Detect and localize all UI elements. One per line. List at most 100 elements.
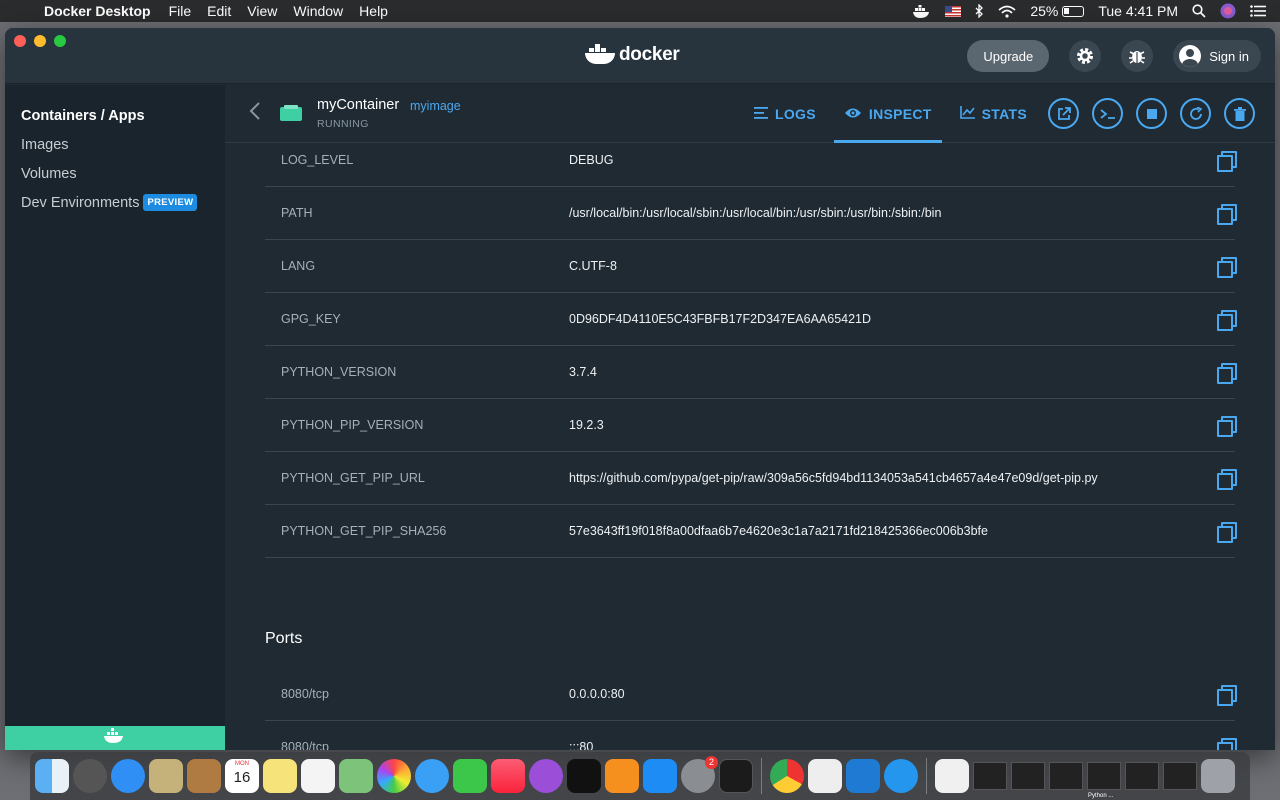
- restart-icon[interactable]: [1180, 98, 1211, 129]
- books-icon[interactable]: [605, 759, 639, 793]
- docker-dock-icon[interactable]: [884, 759, 918, 793]
- container-name: myContainer: [317, 97, 400, 113]
- close-window-button[interactable]: [14, 35, 26, 47]
- copy-icon[interactable]: [1217, 310, 1237, 331]
- music-icon[interactable]: [491, 759, 525, 793]
- sidebar-item-volumes[interactable]: Volumes: [5, 159, 225, 188]
- port-key: 8080/tcp: [281, 687, 329, 701]
- copy-icon[interactable]: [1217, 522, 1237, 543]
- minimize-window-button[interactable]: [34, 35, 46, 47]
- reminders-icon[interactable]: [301, 759, 335, 793]
- zoom-window-button[interactable]: [54, 35, 66, 47]
- stop-icon[interactable]: [1136, 98, 1167, 129]
- menu-window[interactable]: Window: [285, 3, 351, 19]
- env-value: https://github.com/pypa/get-pip/raw/309a…: [569, 471, 1098, 485]
- ports-section-title: Ports: [265, 630, 303, 647]
- user-avatar-icon: [1179, 45, 1202, 67]
- container-actions: [1048, 98, 1255, 129]
- app-menu[interactable]: Docker Desktop: [40, 3, 161, 19]
- copy-icon[interactable]: [1217, 204, 1237, 225]
- macos-menubar: Docker Desktop File Edit View Window Hel…: [0, 0, 1280, 22]
- maps-icon[interactable]: [339, 759, 373, 793]
- env-value: 3.7.4: [569, 365, 597, 379]
- copy-icon[interactable]: [1217, 685, 1237, 706]
- delete-icon[interactable]: [1224, 98, 1255, 129]
- tab-logs[interactable]: LOGS: [744, 85, 826, 143]
- open-in-browser-icon[interactable]: [1048, 98, 1079, 129]
- finder-icon[interactable]: [35, 759, 69, 793]
- env-value: 0D96DF4D4110E5C43FBFB17F2D347EA6AA65421D: [569, 312, 872, 326]
- clock[interactable]: Tue 4:41 PM: [1098, 3, 1178, 19]
- back-chevron-icon[interactable]: [249, 101, 261, 127]
- minimized-window-thumbnail[interactable]: [1125, 762, 1159, 790]
- settings-gear-icon[interactable]: [1069, 40, 1102, 72]
- upgrade-button[interactable]: Upgrade: [967, 40, 1050, 72]
- sidebar-item-label: Dev Environments: [21, 194, 140, 211]
- container-icon: [280, 105, 302, 123]
- copy-icon[interactable]: [1217, 469, 1237, 490]
- input-source-flag-icon[interactable]: [945, 5, 962, 17]
- notification-center-icon[interactable]: [1250, 5, 1266, 17]
- battery-icon[interactable]: [1062, 5, 1085, 17]
- tab-stats[interactable]: STATS: [950, 85, 1037, 143]
- messages-icon[interactable]: [415, 759, 449, 793]
- podcasts-icon[interactable]: [529, 759, 563, 793]
- copy-icon[interactable]: [1217, 363, 1237, 384]
- calendar-icon[interactable]: MON 16: [225, 759, 259, 793]
- inspect-content[interactable]: LOG_LEVEL DEBUG PATH /usr/local/bin:/usr…: [225, 144, 1275, 750]
- sidebar-item-images[interactable]: Images: [5, 130, 225, 159]
- copy-icon[interactable]: [1217, 738, 1237, 750]
- trash-icon[interactable]: [1201, 759, 1235, 793]
- menu-edit[interactable]: Edit: [199, 3, 239, 19]
- minimized-python-window-thumbnail[interactable]: Python ...: [1087, 762, 1121, 799]
- minimized-window-thumbnail[interactable]: [1011, 762, 1045, 790]
- document-icon[interactable]: [935, 759, 969, 793]
- copy-icon[interactable]: [1217, 257, 1237, 278]
- copy-icon[interactable]: [1217, 416, 1237, 437]
- siri-icon[interactable]: [1220, 3, 1236, 19]
- env-key: LANG: [281, 259, 316, 273]
- sidebar-item-containers[interactable]: Containers / Apps: [5, 101, 225, 130]
- minimized-window-thumbnail[interactable]: [1163, 762, 1197, 790]
- calendar-day: 16: [233, 769, 251, 786]
- python-window-label: Python ...: [1088, 793, 1114, 799]
- tab-inspect[interactable]: INSPECT: [833, 85, 942, 143]
- battery-percent[interactable]: 25%: [1030, 3, 1058, 19]
- notes-icon[interactable]: [263, 759, 297, 793]
- facetime-icon[interactable]: [453, 759, 487, 793]
- apple-tv-icon[interactable]: [567, 759, 601, 793]
- mail-icon[interactable]: [149, 759, 183, 793]
- list-icon: [754, 106, 768, 122]
- dock-separator: [761, 758, 762, 794]
- calendar-month: MON: [235, 761, 249, 767]
- menu-help[interactable]: Help: [351, 3, 396, 19]
- menu-view[interactable]: View: [239, 3, 285, 19]
- terminal-icon[interactable]: [719, 759, 753, 793]
- system-preferences-icon[interactable]: 2: [681, 756, 718, 793]
- menu-file[interactable]: File: [161, 3, 200, 19]
- docker-status-icon[interactable]: [913, 4, 931, 18]
- wifi-icon[interactable]: [998, 5, 1016, 18]
- cli-icon[interactable]: [1092, 98, 1123, 129]
- env-value: C.UTF-8: [569, 259, 617, 273]
- image-link[interactable]: myimage: [410, 99, 461, 113]
- safari-icon[interactable]: [111, 759, 145, 793]
- chrome-icon[interactable]: [770, 759, 804, 793]
- app-store-icon[interactable]: [643, 759, 677, 793]
- docker-whale-icon: [585, 44, 615, 66]
- minimized-window-thumbnail[interactable]: [973, 762, 1007, 790]
- bluetooth-icon[interactable]: [975, 4, 984, 18]
- photos-icon[interactable]: [377, 759, 411, 793]
- spotlight-search-icon[interactable]: [1192, 4, 1206, 18]
- env-key: LOG_LEVEL: [281, 153, 354, 167]
- copy-icon[interactable]: [1217, 151, 1237, 172]
- vscode-icon[interactable]: [846, 759, 880, 793]
- launchpad-icon[interactable]: [73, 759, 107, 793]
- minimized-window-thumbnail[interactable]: [1049, 762, 1083, 790]
- contacts-icon[interactable]: [187, 759, 221, 793]
- troubleshoot-bug-icon[interactable]: [1121, 40, 1154, 72]
- sidebar-item-dev-environments[interactable]: Dev Environments PREVIEW: [5, 188, 225, 217]
- textedit-icon[interactable]: [808, 759, 842, 793]
- engine-status-bar[interactable]: [5, 726, 225, 750]
- sign-in-button[interactable]: Sign in: [1173, 40, 1261, 72]
